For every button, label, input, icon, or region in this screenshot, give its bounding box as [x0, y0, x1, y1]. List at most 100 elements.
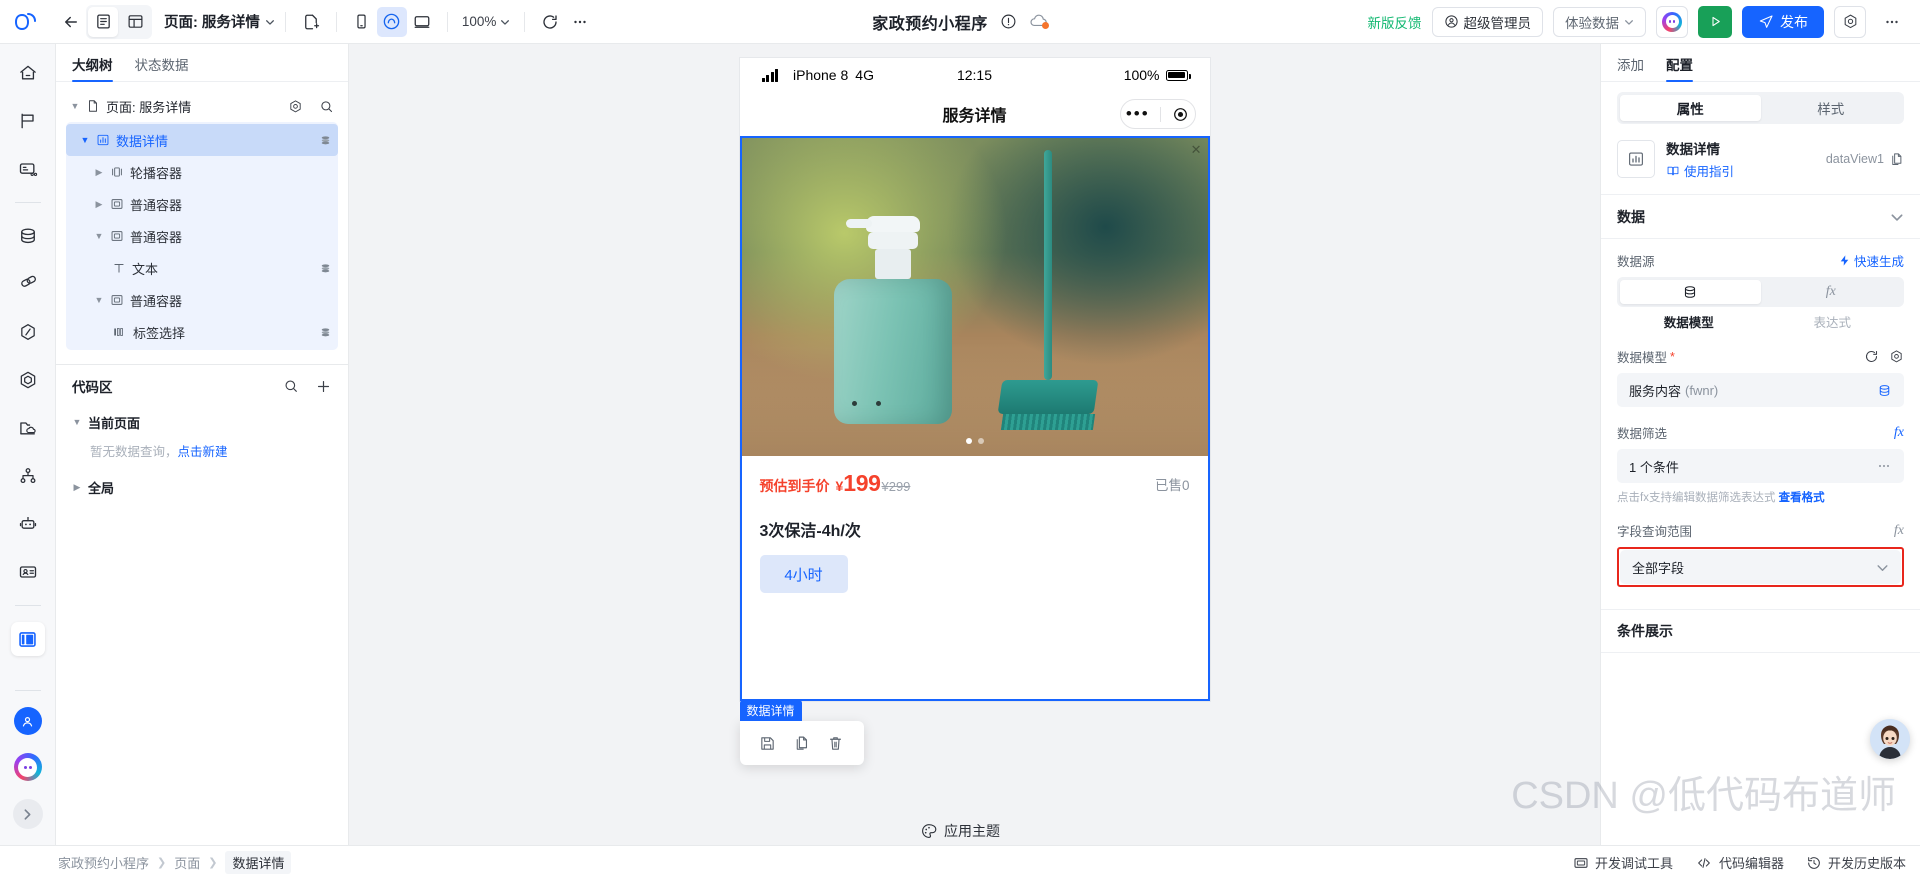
debug-tool-button[interactable]: 开发调试工具: [1573, 853, 1673, 872]
code-group-global[interactable]: ▶ 全局: [56, 472, 348, 502]
add-page-button[interactable]: [296, 7, 326, 37]
fx-icon[interactable]: fx: [1894, 523, 1904, 539]
tree-node-carousel[interactable]: ▶ 轮播容器: [66, 156, 338, 188]
breadcrumb-page[interactable]: 页面: [174, 853, 200, 872]
app-info-button[interactable]: [1000, 13, 1017, 30]
tree-node-dataview[interactable]: ▼ 数据详情: [66, 124, 338, 156]
tree-node-toggle[interactable]: ▼: [94, 231, 104, 241]
model-settings-button[interactable]: [1889, 349, 1904, 364]
back-button[interactable]: [56, 7, 86, 37]
apply-theme-button[interactable]: 应用主题: [920, 821, 1000, 841]
copy-icon[interactable]: [788, 729, 816, 757]
source-type-model[interactable]: [1620, 280, 1761, 304]
more-toolbar-button[interactable]: [565, 7, 595, 37]
device-desktop-button[interactable]: [407, 7, 437, 37]
delete-icon[interactable]: [822, 729, 850, 757]
condition-section-header[interactable]: 条件展示: [1601, 609, 1920, 653]
tree-settings-button[interactable]: [288, 99, 303, 114]
page-selector[interactable]: 页面: 服务详情: [164, 11, 275, 32]
code-add-button[interactable]: [315, 378, 332, 395]
tree-root-toggle[interactable]: ▼: [70, 101, 80, 111]
cloud-sync-button[interactable]: [1029, 13, 1049, 30]
rail-members-button[interactable]: [11, 555, 45, 589]
rail-expand-button[interactable]: [12, 799, 43, 829]
tree-node-toggle[interactable]: ▼: [80, 135, 90, 145]
breadcrumb-current[interactable]: 数据详情: [225, 851, 292, 874]
tree-node-container-1[interactable]: ▶ 普通容器: [66, 188, 338, 220]
rail-home-button[interactable]: [11, 56, 45, 90]
view-format-link[interactable]: 查看格式: [1779, 492, 1825, 504]
role-button[interactable]: 超级管理员: [1431, 6, 1543, 37]
code-group-toggle[interactable]: ▶: [72, 482, 82, 493]
hero-close-icon[interactable]: ✕: [1191, 142, 1202, 158]
chevron-down-icon[interactable]: [1890, 210, 1904, 224]
rail-component-button[interactable]: [11, 363, 45, 397]
breadcrumb-app[interactable]: 家政预约小程序: [58, 853, 149, 872]
design-canvas[interactable]: iPhone 8 4G 100% 12:15 服务详情 ••• ✕ 预估到手价 …: [349, 44, 1600, 845]
tree-root-row[interactable]: ▼ 页面: 服务详情: [66, 92, 338, 120]
more-button[interactable]: [1876, 5, 1908, 38]
save-icon[interactable]: [754, 729, 782, 757]
code-editor-button[interactable]: 代码编辑器: [1695, 853, 1784, 872]
code-group-current-page[interactable]: ▼ 当前页面: [56, 407, 348, 437]
tree-node-text[interactable]: 文本: [66, 252, 338, 284]
capsule-target-icon[interactable]: [1172, 106, 1189, 123]
field-scope-select[interactable]: 全部字段: [1620, 550, 1901, 584]
device-miniprogram-button[interactable]: [376, 6, 407, 37]
spec-chip-4h[interactable]: 4小时: [759, 555, 848, 593]
segment-styles[interactable]: 样式: [1761, 95, 1902, 121]
rail-bot-button[interactable]: [11, 507, 45, 541]
page-view-button[interactable]: [88, 6, 118, 37]
dev-history-button[interactable]: 开发历史版本: [1806, 853, 1906, 872]
tab-outline-tree[interactable]: 大纲树: [72, 44, 113, 82]
zoom-selector[interactable]: 100%: [458, 14, 515, 29]
rail-chat-button[interactable]: [13, 753, 42, 781]
segment-attributes[interactable]: 属性: [1620, 95, 1761, 121]
rail-flow-button[interactable]: [11, 459, 45, 493]
data-model-select[interactable]: 服务内容 (fwnr): [1617, 373, 1904, 407]
feedback-link[interactable]: 新版反馈: [1368, 12, 1422, 32]
usage-guide-link[interactable]: 使用指引: [1666, 161, 1815, 180]
database-icon[interactable]: [1877, 383, 1892, 398]
grid-view-button[interactable]: [120, 7, 150, 37]
publish-button[interactable]: 发布: [1742, 5, 1824, 38]
phone-hero-carousel[interactable]: ✕: [739, 136, 1210, 456]
tree-node-container-2[interactable]: ▼ 普通容器: [66, 220, 338, 252]
tree-node-toggle[interactable]: ▶: [94, 167, 104, 178]
quick-generate-button[interactable]: 快速生成: [1838, 251, 1904, 270]
code-group-toggle[interactable]: ▼: [72, 417, 82, 427]
device-mobile-button[interactable]: [347, 7, 377, 37]
tree-node-container-3[interactable]: ▼ 普通容器: [66, 284, 338, 316]
tree-node-toggle[interactable]: ▶: [94, 199, 104, 210]
settings-button[interactable]: [1834, 5, 1866, 38]
data-filter-value[interactable]: 1 个条件: [1617, 449, 1904, 483]
tab-add[interactable]: 添加: [1617, 44, 1644, 81]
preview-run-button[interactable]: [1698, 5, 1732, 38]
fx-icon[interactable]: fx: [1894, 425, 1904, 441]
tree-search-button[interactable]: [319, 99, 334, 114]
more-horizontal-icon[interactable]: [1876, 458, 1892, 474]
app-logo[interactable]: [0, 11, 56, 33]
rail-api-button[interactable]: [11, 315, 45, 349]
env-selector[interactable]: 体验数据: [1553, 6, 1646, 37]
rail-database-button[interactable]: [11, 219, 45, 253]
data-section-header[interactable]: 数据: [1601, 195, 1920, 239]
refresh-button[interactable]: [535, 7, 565, 37]
tab-config[interactable]: 配置: [1666, 44, 1693, 82]
rail-assets-button[interactable]: [11, 411, 45, 445]
rail-shop-button[interactable]: [11, 152, 45, 186]
source-type-expression[interactable]: fx: [1761, 280, 1902, 304]
code-search-button[interactable]: [283, 378, 299, 394]
ai-assistant-button[interactable]: [1656, 5, 1688, 38]
tree-node-toggle[interactable]: ▼: [94, 295, 104, 305]
tree-node-tagselect[interactable]: 标签选择: [66, 316, 338, 348]
rail-flag-button[interactable]: [11, 104, 45, 138]
rail-layout-button[interactable]: [10, 622, 45, 656]
refresh-model-button[interactable]: [1864, 349, 1879, 364]
rail-user-avatar[interactable]: [13, 707, 42, 735]
code-create-link[interactable]: 点击新建: [178, 445, 228, 459]
support-avatar-button[interactable]: [1870, 719, 1910, 759]
copy-id-icon[interactable]: [1889, 152, 1904, 167]
rail-link-button[interactable]: [11, 267, 45, 301]
tab-state-data[interactable]: 状态数据: [135, 44, 189, 81]
